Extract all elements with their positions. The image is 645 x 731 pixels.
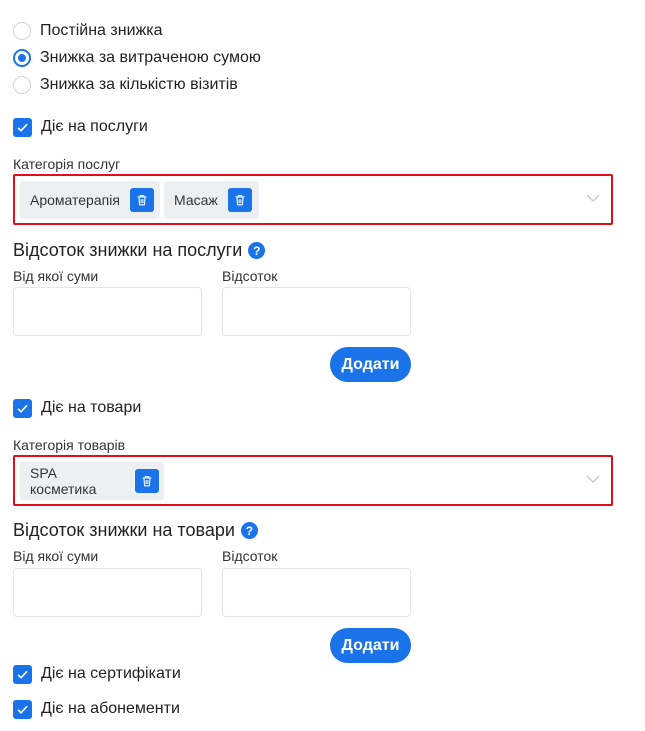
trash-icon[interactable] bbox=[227, 188, 252, 212]
goods-applies-checkbox[interactable] bbox=[13, 398, 32, 418]
radio-label: Постійна знижка bbox=[40, 22, 163, 39]
heading-text: Відсоток знижки на послуги bbox=[13, 240, 243, 260]
goods-category-label: Категорія товарів bbox=[13, 437, 126, 453]
goods-add-button[interactable]: Додати bbox=[330, 628, 411, 663]
chip-aromatherapy: Ароматерапія bbox=[20, 181, 160, 219]
goods-percent-heading: Відсоток знижки на товари ? bbox=[13, 520, 258, 541]
goods-percent-label: Відсоток bbox=[222, 548, 278, 564]
services-percent-input[interactable] bbox=[222, 287, 411, 336]
checkmark-icon bbox=[17, 404, 28, 413]
radio-label: Знижка за кількістю візитів bbox=[40, 76, 238, 93]
question-circle-icon[interactable]: ? bbox=[248, 242, 266, 259]
subscriptions-checkbox[interactable] bbox=[13, 699, 32, 719]
trash-icon[interactable] bbox=[135, 469, 159, 493]
goods-applies-checkbox-row[interactable]: Діє на товари bbox=[13, 396, 141, 420]
radio-button[interactable] bbox=[13, 76, 31, 94]
subscriptions-label: Діє на абонементи bbox=[41, 700, 180, 717]
certificates-checkbox-row[interactable]: Діє на сертифікати bbox=[13, 662, 181, 686]
subscriptions-checkbox-row[interactable]: Діє на абонементи bbox=[13, 697, 180, 721]
services-applies-checkbox-row[interactable]: Діє на послуги bbox=[13, 115, 148, 139]
services-category-select[interactable]: Ароматерапія Масаж bbox=[13, 174, 613, 225]
services-from-sum-input[interactable] bbox=[13, 287, 202, 336]
certificates-checkbox[interactable] bbox=[13, 664, 32, 684]
checkmark-icon bbox=[17, 705, 28, 714]
goods-percent-input[interactable] bbox=[222, 568, 411, 617]
chip-label: SPA косметика bbox=[30, 465, 97, 497]
services-percent-label: Відсоток bbox=[222, 268, 278, 284]
question-circle-icon[interactable]: ? bbox=[240, 522, 258, 539]
chip-label: Масаж bbox=[174, 192, 218, 208]
trash-icon[interactable] bbox=[129, 188, 154, 212]
services-from-sum-label: Від якої суми bbox=[13, 268, 99, 284]
chevron-down-icon[interactable] bbox=[586, 193, 600, 203]
services-percent-heading: Відсоток знижки на послуги ? bbox=[13, 240, 266, 261]
chip-massage: Масаж bbox=[164, 181, 259, 219]
goods-from-sum-input[interactable] bbox=[13, 568, 202, 617]
radio-option-visit-count[interactable]: Знижка за кількістю візитів bbox=[13, 73, 238, 97]
checkmark-icon bbox=[17, 670, 28, 679]
radio-option-constant[interactable]: Постійна знижка bbox=[13, 19, 162, 43]
certificates-label: Діє на сертифікати bbox=[41, 665, 181, 682]
goods-applies-label: Діє на товари bbox=[41, 399, 142, 416]
goods-from-sum-label: Від якої суми bbox=[13, 548, 99, 564]
services-add-button[interactable]: Додати bbox=[330, 347, 411, 382]
radio-option-spent-sum[interactable]: Знижка за витраченою сумою bbox=[13, 46, 261, 70]
radio-button[interactable] bbox=[13, 22, 31, 40]
chip-label: Ароматерапія bbox=[30, 192, 120, 208]
heading-text: Відсоток знижки на товари bbox=[13, 520, 235, 540]
chevron-down-icon[interactable] bbox=[586, 474, 600, 484]
radio-button-selected[interactable] bbox=[13, 49, 31, 67]
services-applies-label: Діє на послуги bbox=[41, 118, 148, 135]
services-category-label: Категорія послуг bbox=[13, 156, 121, 172]
services-applies-checkbox[interactable] bbox=[13, 117, 32, 137]
chip-spa-cosmetics: SPA косметика bbox=[20, 462, 164, 500]
radio-label: Знижка за витраченою сумою bbox=[40, 49, 261, 66]
checkmark-icon bbox=[17, 123, 28, 132]
goods-category-select[interactable]: SPA косметика bbox=[13, 455, 613, 506]
